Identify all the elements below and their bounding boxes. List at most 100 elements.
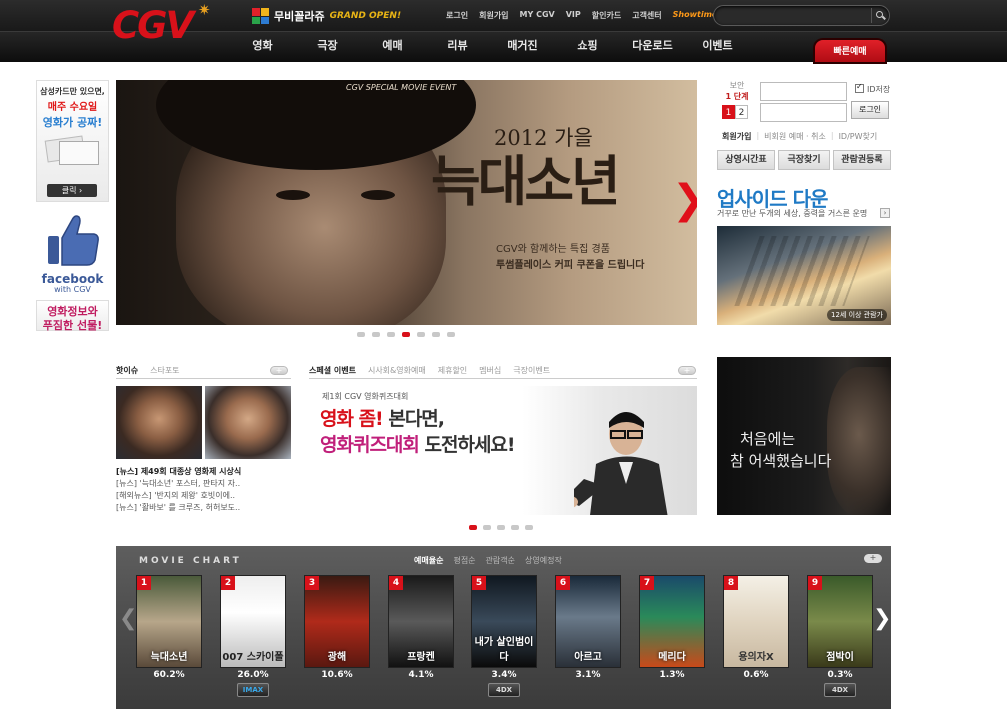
- nav-event[interactable]: 이벤트: [685, 31, 750, 62]
- banner-dot[interactable]: [447, 332, 455, 337]
- nav-theater[interactable]: 극장: [295, 31, 360, 62]
- news-photo[interactable]: [116, 386, 202, 459]
- booking-rate: 26.0%: [237, 670, 269, 680]
- promo-link[interactable]: 무비꼴라쥬 GRAND OPEN!: [252, 7, 401, 25]
- movie-poster[interactable]: 1 늑대소년: [137, 576, 201, 667]
- right-movie-ad[interactable]: 처음에는 참 어색했습니다: [717, 357, 891, 515]
- news-item[interactable]: [해외뉴스] '반지의 제왕' 호빗이에..: [116, 490, 291, 502]
- quick-booking-button[interactable]: 빠른예매: [815, 40, 885, 62]
- more-plus-icon[interactable]: +: [864, 554, 882, 563]
- movie-poster[interactable]: 4 프랑켄: [389, 576, 453, 667]
- rank-badge: 8: [724, 576, 738, 590]
- link-mycgv[interactable]: MY CGV: [520, 10, 555, 21]
- tab-booking-rate[interactable]: 예매율순: [414, 555, 443, 566]
- main-banner[interactable]: CGV SPECIAL MOVIE EVENT 2012 가을 늑대소년 CGV…: [116, 80, 697, 325]
- tab-rating[interactable]: 평점순: [453, 555, 475, 566]
- card-promo-ad[interactable]: 삼성카드만 있으면, 매주 수요일 영화가 공짜! 클릭 ›: [36, 80, 109, 202]
- security-steps: 1 2: [722, 105, 748, 119]
- link-vip[interactable]: VIP: [566, 10, 581, 21]
- facebook-ad[interactable]: facebook with CGV: [36, 210, 109, 300]
- banner-dot[interactable]: [357, 332, 365, 337]
- movie-chart-title: MOVIE CHART: [139, 556, 242, 566]
- banner-dot-active[interactable]: [402, 332, 410, 337]
- movie-poster[interactable]: 5 내가 살인범이다: [472, 576, 536, 667]
- search-input[interactable]: [722, 9, 867, 22]
- guest-booking-link[interactable]: 비회원 예매 · 취소: [764, 131, 826, 142]
- password-field[interactable]: [760, 103, 847, 122]
- link-join[interactable]: 회원가입: [479, 10, 508, 21]
- event-dot[interactable]: [511, 525, 519, 530]
- showtimes-button[interactable]: 상영시간표: [717, 150, 775, 170]
- top-links: 로그인 회원가입 MY CGV VIP 할인카드 고객센터 Showtimes: [446, 10, 722, 21]
- tab-star-photo[interactable]: 스타포토: [150, 365, 179, 376]
- movie-poster[interactable]: 3 광해: [305, 576, 369, 667]
- join-link[interactable]: 회원가입: [722, 131, 751, 142]
- chevron-right-icon[interactable]: ❯: [672, 180, 697, 220]
- poster-title: 점박이: [826, 652, 854, 663]
- promo-name: 무비꼴라쥬: [274, 10, 325, 23]
- id-field[interactable]: [760, 82, 847, 101]
- nav-shopping[interactable]: 쇼핑: [555, 31, 620, 62]
- with-cgv-label: with CGV: [54, 285, 91, 294]
- cgv-logo[interactable]: CGV: [112, 4, 194, 48]
- movie-info-ad[interactable]: 영화정보와 푸짐한 선물!: [36, 300, 109, 332]
- tab-membership[interactable]: 멤버십: [479, 365, 501, 376]
- find-theater-button[interactable]: 극장찾기: [778, 150, 830, 170]
- rank-badge: 7: [640, 576, 654, 590]
- link-login[interactable]: 로그인: [446, 10, 468, 21]
- movie-poster[interactable]: 8 용의자X: [724, 576, 788, 667]
- event-dot[interactable]: [483, 525, 491, 530]
- security-step-1[interactable]: 1: [722, 105, 735, 119]
- event-dot[interactable]: [497, 525, 505, 530]
- banner-dot[interactable]: [432, 332, 440, 337]
- special-event-banner[interactable]: 제1회 CGV 영화퀴즈대회 영화 좀! 본다면, 영화퀴즈대회 도전하세요!: [309, 386, 697, 515]
- login-button[interactable]: 로그인: [851, 101, 889, 119]
- find-id-pw-link[interactable]: ID/PW찾기: [839, 131, 878, 142]
- news-item[interactable]: [뉴스] '활바보' 를 크루즈, 허허보도..: [116, 502, 291, 514]
- save-id-checkbox[interactable]: [855, 82, 864, 93]
- link-customer-center[interactable]: 고객센터: [632, 10, 661, 21]
- tab-audience[interactable]: 관람객순: [486, 555, 515, 566]
- event-dot[interactable]: [525, 525, 533, 530]
- news-item[interactable]: [뉴스] 제49회 대종상 영화제 시상식: [116, 466, 291, 478]
- news-photo[interactable]: [205, 386, 291, 459]
- ticket-register-button[interactable]: 관람권등록: [833, 150, 891, 170]
- nav-movie[interactable]: 영화: [230, 31, 295, 62]
- more-plus-icon[interactable]: +: [270, 366, 288, 375]
- movie-poster[interactable]: 7 메리다: [640, 576, 704, 667]
- event-dot-active[interactable]: [469, 525, 477, 530]
- banner-dot[interactable]: [372, 332, 380, 337]
- poster-title: 메리다: [658, 652, 686, 663]
- tab-preview[interactable]: 시사회&영화예매: [368, 365, 426, 376]
- chevron-left-icon[interactable]: ❮: [119, 606, 137, 631]
- tab-theater-event[interactable]: 극장이벤트: [513, 365, 550, 376]
- page: { "header": { "logo": "CGV", "promo": {"…: [0, 0, 1007, 709]
- tab-partner-discount[interactable]: 제휴할인: [438, 365, 467, 376]
- search-icon[interactable]: [871, 8, 886, 23]
- movie-poster[interactable]: 6 아르고: [556, 576, 620, 667]
- right-ad-line1: 처음에는: [740, 430, 796, 448]
- event-pagination: [469, 525, 533, 530]
- news-item[interactable]: [뉴스] '늑대소년' 포스터, 판타지 자..: [116, 478, 291, 490]
- tab-hot-issue[interactable]: 핫이슈: [116, 365, 138, 376]
- movie-poster[interactable]: 9 점박이: [808, 576, 872, 667]
- chevron-right-icon[interactable]: ›: [880, 208, 890, 218]
- main-nav: 영화 극장 예매 리뷰 매거진 쇼핑 다운로드 이벤트: [230, 31, 750, 62]
- chevron-right-icon[interactable]: ❯: [873, 606, 891, 631]
- nav-magazine[interactable]: 매거진: [490, 31, 555, 62]
- rank-badge: 5: [472, 576, 486, 590]
- card-ad-click-button[interactable]: 클릭 ›: [47, 184, 97, 197]
- security-step-2[interactable]: 2: [735, 105, 748, 119]
- banner-dot[interactable]: [417, 332, 425, 337]
- movie-poster[interactable]: 2 007 스카이폴: [221, 576, 285, 667]
- nav-review[interactable]: 리뷰: [425, 31, 490, 62]
- nav-booking[interactable]: 예매: [360, 31, 425, 62]
- link-discount-card[interactable]: 할인카드: [592, 10, 621, 21]
- banner-desc2: 투썸플레이스 커피 쿠폰을 드립니다: [496, 260, 645, 271]
- tab-upcoming[interactable]: 상영예정작: [525, 555, 562, 566]
- feature-movie-image[interactable]: 12세 이상 관람가: [717, 226, 891, 325]
- banner-dot[interactable]: [387, 332, 395, 337]
- tab-special-event[interactable]: 스페셜 이벤트: [309, 365, 356, 376]
- nav-download[interactable]: 다운로드: [620, 31, 685, 62]
- more-plus-icon[interactable]: +: [678, 366, 696, 375]
